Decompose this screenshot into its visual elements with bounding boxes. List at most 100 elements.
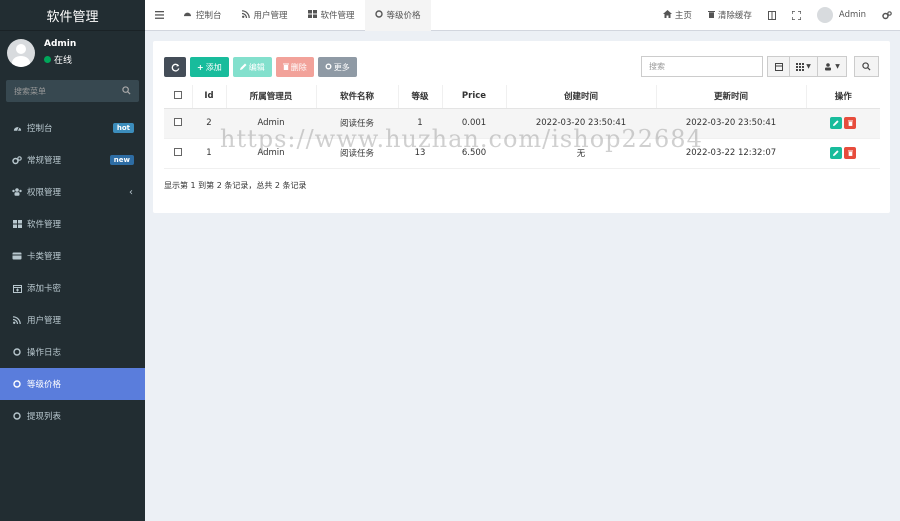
fullscreen-icon[interactable] (784, 10, 809, 20)
cell-actions (806, 108, 880, 139)
new-badge: new (109, 155, 134, 165)
tab-dashboard[interactable]: 控制台 (173, 0, 232, 31)
column-header: 操作 (806, 85, 880, 109)
columns-dropdown-button[interactable]: ▼ (789, 56, 818, 77)
sidebar-item-label: 等级价格 (27, 380, 62, 390)
row-edit-button[interactable] (830, 147, 842, 159)
cell-software: 阅读任务 (316, 108, 398, 139)
add-button[interactable]: + 添加 (190, 57, 229, 77)
tab-software[interactable]: 软件管理 (298, 0, 365, 31)
sidebar-item-permissions[interactable]: 权限管理 ‹ (0, 176, 145, 208)
table-view-controls: ▼ ▼ (767, 56, 879, 77)
brand-title[interactable]: 软件管理 (0, 0, 145, 31)
cell-price: 6.500 (442, 138, 506, 169)
column-header[interactable]: 软件名称 (316, 85, 399, 109)
sidebar-item-card-types[interactable]: 卡类管理 (0, 240, 145, 272)
row-checkbox[interactable] (174, 117, 182, 126)
export-dropdown-button[interactable]: ▼ (817, 56, 847, 77)
table-search-placeholder: 搜索 (649, 62, 665, 71)
more-label: 更多 (333, 62, 350, 72)
settings-gears-icon[interactable] (874, 10, 900, 20)
sidebar-item-general[interactable]: 常规管理 new (0, 144, 145, 176)
sidebar-item-label: 常规管理 (27, 156, 62, 166)
sidebar-menu: 控制台 hot 常规管理 new 权限管理 ‹ 软件管理 卡类管理 添加卡密 用… (0, 112, 145, 432)
cell-level: 13 (398, 138, 442, 169)
sidebar-search-input[interactable]: 搜索菜单 (6, 80, 139, 102)
table-search-input[interactable]: 搜索 (641, 56, 763, 77)
card-icon (11, 252, 23, 260)
trash-icon (282, 63, 289, 72)
more-button[interactable]: 更多 (317, 57, 357, 77)
search-toggle-button[interactable] (854, 56, 879, 77)
sidebar-item-label: 操作日志 (27, 348, 62, 358)
refresh-button[interactable] (164, 57, 186, 77)
home-icon (662, 9, 672, 21)
toggle-view-button[interactable] (767, 56, 790, 77)
dashboard-icon (11, 124, 23, 132)
row-delete-button[interactable] (844, 147, 856, 159)
pagination-info: 显示第 1 到第 2 条记录，总共 2 条记录 (164, 181, 307, 190)
column-header[interactable]: Id (192, 85, 227, 109)
refresh-icon (171, 63, 179, 72)
delete-button[interactable]: 删除 (275, 57, 314, 77)
sidebar-item-software[interactable]: 软件管理 (0, 208, 145, 240)
cell-updated: 2022-03-22 12:32:07 (656, 138, 806, 169)
sidebar-item-logs[interactable]: 操作日志 (0, 336, 145, 368)
tab-label: 软件管理 (320, 11, 355, 21)
columns-icon (796, 62, 805, 71)
gear-icon (325, 63, 332, 72)
column-header[interactable]: 等级 (398, 85, 443, 109)
row-edit-button[interactable] (830, 117, 842, 129)
cell-price: 0.001 (442, 108, 506, 139)
column-header[interactable]: 更新时间 (656, 85, 807, 109)
sidebar-item-label: 控制台 (27, 124, 53, 134)
sidebar-item-label: 提现列表 (27, 412, 62, 422)
clear-cache-label: 清除缓存 (717, 11, 752, 21)
sidebar-item-withdrawals[interactable]: 提现列表 (0, 400, 145, 432)
sidebar: 软件管理 Admin 在线 搜索菜单 控制台 hot 常规管理 new 权限管理… (0, 0, 145, 521)
language-toggle-icon[interactable] (760, 10, 784, 20)
tab-label: 用户管理 (253, 11, 288, 21)
cell-created: 2022-03-20 23:50:41 (506, 108, 656, 139)
table-row[interactable]: 2 Admin 阅读任务 1 0.001 2022-03-20 23:50:41… (164, 108, 880, 139)
export-user-icon (825, 62, 832, 70)
tab-label: 控制台 (196, 11, 222, 21)
sidebar-item-users[interactable]: 用户管理 (0, 304, 145, 336)
cell-admin: Admin (226, 108, 316, 139)
menu-toggle-icon[interactable] (145, 11, 173, 19)
content-panel: + 添加 编辑 删除 更多 搜索 ▼ ▼ Id 所属管理员 软件名称 等级 Pr… (153, 41, 890, 213)
add-label: 添加 (205, 62, 222, 72)
search-icon[interactable] (122, 85, 131, 97)
sidebar-item-label: 用户管理 (27, 316, 62, 326)
column-header[interactable]: 创建时间 (506, 85, 657, 109)
sidebar-item-add-card[interactable]: 添加卡密 (0, 272, 145, 304)
row-delete-button[interactable] (844, 117, 856, 129)
sidebar-item-label: 软件管理 (27, 220, 62, 230)
tab-users[interactable]: 用户管理 (232, 0, 298, 31)
column-header[interactable]: Price (442, 85, 507, 109)
rss-icon (11, 316, 23, 324)
pencil-icon (833, 120, 839, 126)
clear-cache-button[interactable]: 清除缓存 (700, 9, 760, 21)
cell-id: 2 (192, 108, 226, 139)
cell-actions (806, 138, 880, 169)
circle-icon (11, 412, 23, 420)
plus-icon: + (197, 62, 204, 72)
table-row[interactable]: 1 Admin 阅读任务 13 6.500 无 2022-03-22 12:32… (164, 138, 880, 169)
column-header[interactable]: 所属管理员 (226, 85, 317, 109)
circle-icon (11, 348, 23, 356)
pencil-icon (833, 150, 839, 156)
select-all-checkbox[interactable] (173, 90, 182, 99)
caret-down-icon: ▼ (835, 63, 840, 70)
home-link[interactable]: 主页 (655, 9, 700, 21)
sidebar-item-level-price[interactable]: 等级价格 (0, 368, 145, 400)
hot-badge: hot (112, 123, 134, 133)
row-checkbox[interactable] (174, 147, 182, 156)
tab-level-price[interactable]: 等级价格 (364, 0, 431, 31)
user-name: Admin (44, 39, 77, 49)
edit-button[interactable]: 编辑 (232, 57, 272, 77)
sidebar-item-dashboard[interactable]: 控制台 hot (0, 112, 145, 144)
cogs-icon (11, 155, 23, 165)
sidebar-item-label: 添加卡密 (27, 284, 62, 294)
user-menu[interactable]: Admin (809, 7, 874, 23)
